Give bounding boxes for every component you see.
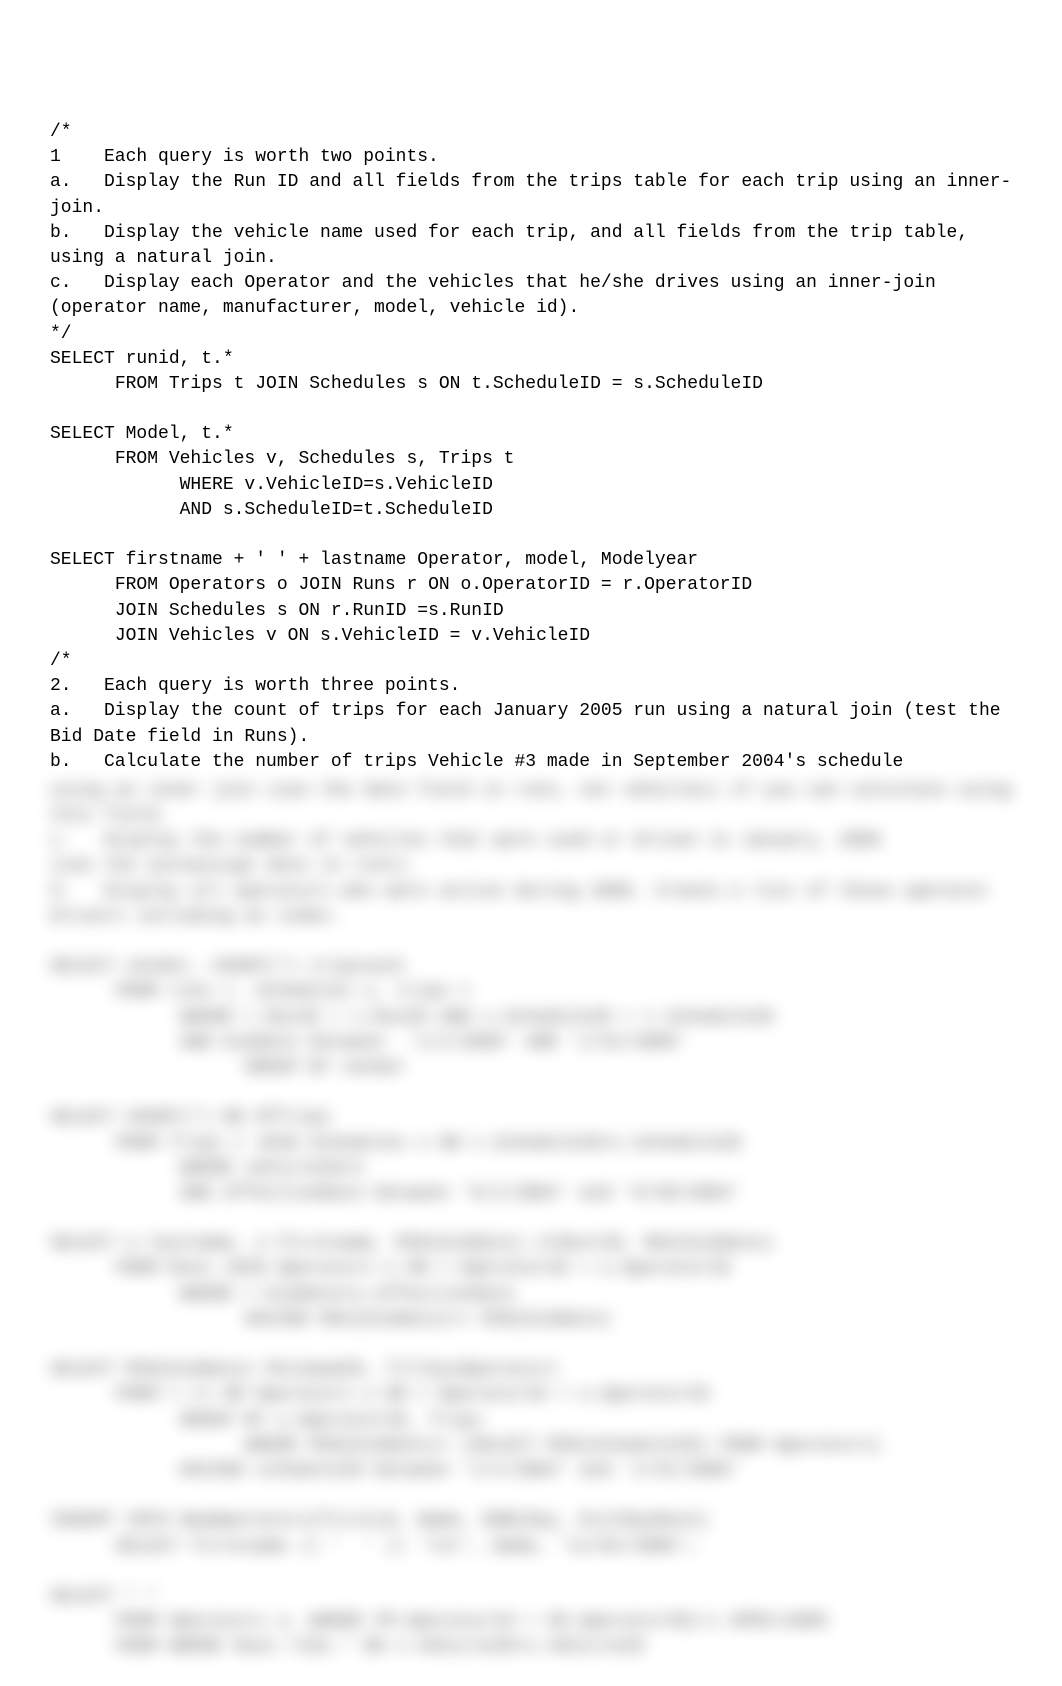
document-visible-text: /* 1 Each query is worth two points. a. … (50, 120, 1012, 775)
document-blurred-text: using an inner join (use the date field … (50, 779, 1012, 1661)
